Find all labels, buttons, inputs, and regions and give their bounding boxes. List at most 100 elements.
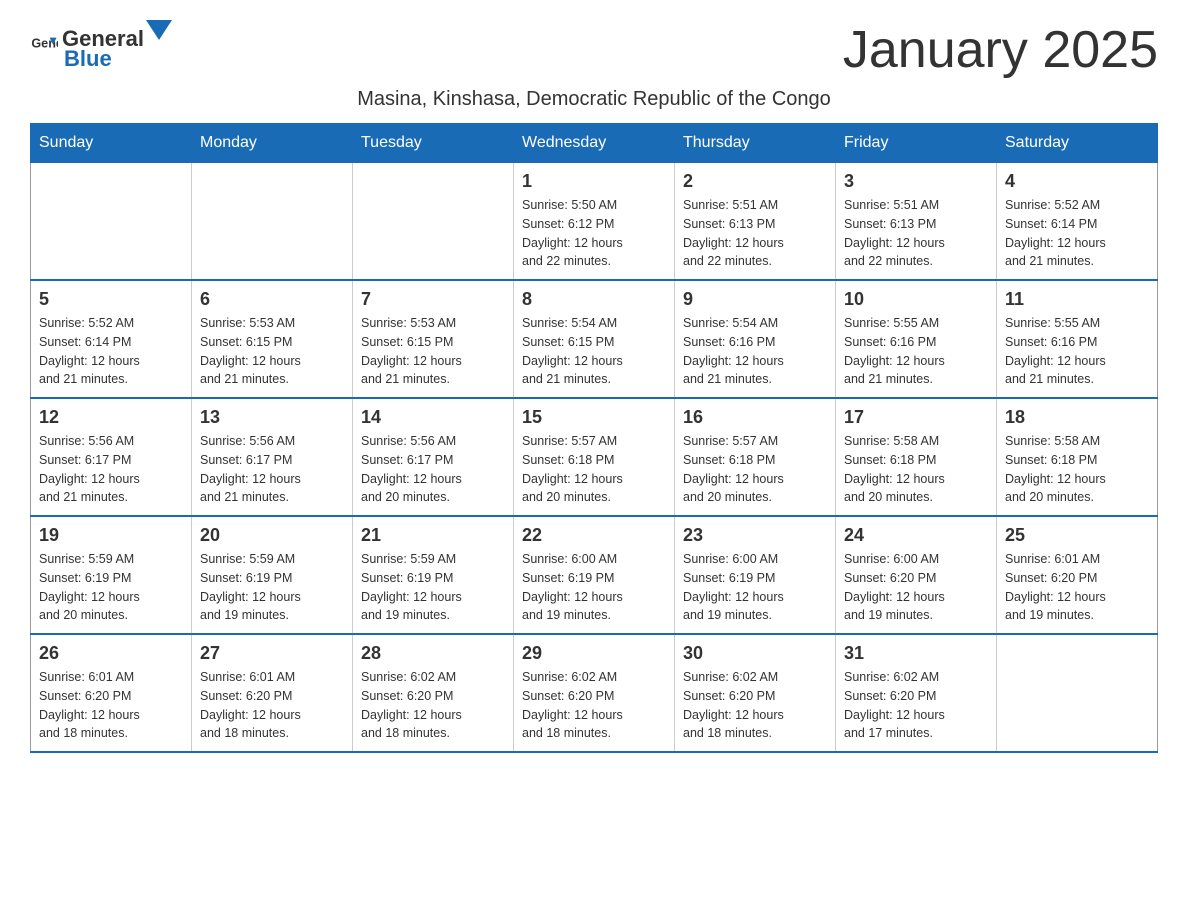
day-info: Sunrise: 5:59 AM Sunset: 6:19 PM Dayligh… (200, 550, 344, 625)
day-info: Sunrise: 6:00 AM Sunset: 6:20 PM Dayligh… (844, 550, 988, 625)
month-title: January 2025 (843, 20, 1158, 80)
day-info: Sunrise: 5:50 AM Sunset: 6:12 PM Dayligh… (522, 196, 666, 271)
weekday-header-sunday: Sunday (31, 124, 192, 163)
day-number: 31 (844, 643, 988, 664)
day-number: 17 (844, 407, 988, 428)
logo-triangle-icon (146, 20, 172, 46)
calendar-header-row: SundayMondayTuesdayWednesdayThursdayFrid… (31, 124, 1158, 163)
calendar-cell (192, 163, 353, 281)
calendar-cell: 9 Sunrise: 5:54 AM Sunset: 6:16 PM Daylig… (675, 280, 836, 398)
day-number: 26 (39, 643, 183, 664)
calendar-cell: 22Sunrise: 6:00 AM Sunset: 6:19 PM Dayli… (514, 516, 675, 634)
weekday-header-tuesday: Tuesday (353, 124, 514, 163)
calendar-week-row: 5 Sunrise: 5:52 AM Sunset: 6:14 PM Daylig… (31, 280, 1158, 398)
day-info: Sunrise: 5:56 AM Sunset: 6:17 PM Dayligh… (200, 432, 344, 507)
day-number: 7 (361, 289, 505, 310)
calendar-cell (997, 634, 1158, 752)
calendar-week-row: 26 Sunrise: 6:01 AM Sunset: 6:20 PM Dayli… (31, 634, 1158, 752)
day-number: 6 (200, 289, 344, 310)
calendar-cell: 2Sunrise: 5:51 AM Sunset: 6:13 PM Daylig… (675, 163, 836, 281)
logo-icon: General (30, 32, 58, 60)
day-number: 4 (1005, 171, 1149, 192)
day-number: 9 (683, 289, 827, 310)
day-number: 5 (39, 289, 183, 310)
day-info: Sunrise: 5:54 AM Sunset: 6:16 PM Dayligh… (683, 314, 827, 389)
day-info: Sunrise: 5:54 AM Sunset: 6:15 PM Dayligh… (522, 314, 666, 389)
calendar-cell: 5 Sunrise: 5:52 AM Sunset: 6:14 PM Daylig… (31, 280, 192, 398)
calendar-cell: 27Sunrise: 6:01 AM Sunset: 6:20 PM Dayli… (192, 634, 353, 752)
day-info: Sunrise: 5:51 AM Sunset: 6:13 PM Dayligh… (844, 196, 988, 271)
day-info: Sunrise: 5:59 AM Sunset: 6:19 PM Dayligh… (39, 550, 183, 625)
weekday-header-monday: Monday (192, 124, 353, 163)
day-info: Sunrise: 6:02 AM Sunset: 6:20 PM Dayligh… (361, 668, 505, 743)
calendar-cell: 20 Sunrise: 5:59 AM Sunset: 6:19 PM Dayli… (192, 516, 353, 634)
calendar-cell: 4 Sunrise: 5:52 AM Sunset: 6:14 PM Daylig… (997, 163, 1158, 281)
calendar-cell: 7 Sunrise: 5:53 AM Sunset: 6:15 PM Daylig… (353, 280, 514, 398)
location-title: Masina, Kinshasa, Democratic Republic of… (30, 88, 1158, 111)
weekday-header-thursday: Thursday (675, 124, 836, 163)
calendar-cell: 31 Sunrise: 6:02 AM Sunset: 6:20 PM Dayli… (836, 634, 997, 752)
calendar-cell: 15 Sunrise: 5:57 AM Sunset: 6:18 PM Dayli… (514, 398, 675, 516)
day-info: Sunrise: 5:52 AM Sunset: 6:14 PM Dayligh… (39, 314, 183, 389)
day-info: Sunrise: 5:56 AM Sunset: 6:17 PM Dayligh… (39, 432, 183, 507)
page-header: General General Blue January 2025 (30, 20, 1158, 80)
day-info: Sunrise: 6:02 AM Sunset: 6:20 PM Dayligh… (683, 668, 827, 743)
day-info: Sunrise: 5:59 AM Sunset: 6:19 PM Dayligh… (361, 550, 505, 625)
day-number: 28 (361, 643, 505, 664)
day-info: Sunrise: 6:02 AM Sunset: 6:20 PM Dayligh… (844, 668, 988, 743)
calendar-cell: 23 Sunrise: 6:00 AM Sunset: 6:19 PM Dayli… (675, 516, 836, 634)
calendar-cell: 17Sunrise: 5:58 AM Sunset: 6:18 PM Dayli… (836, 398, 997, 516)
calendar-table: SundayMondayTuesdayWednesdayThursdayFrid… (30, 123, 1158, 753)
calendar-cell (353, 163, 514, 281)
day-info: Sunrise: 6:01 AM Sunset: 6:20 PM Dayligh… (1005, 550, 1149, 625)
day-info: Sunrise: 6:00 AM Sunset: 6:19 PM Dayligh… (522, 550, 666, 625)
day-number: 16 (683, 407, 827, 428)
calendar-cell: 19Sunrise: 5:59 AM Sunset: 6:19 PM Dayli… (31, 516, 192, 634)
day-info: Sunrise: 5:53 AM Sunset: 6:15 PM Dayligh… (200, 314, 344, 389)
calendar-cell: 26Sunrise: 6:01 AM Sunset: 6:20 PM Dayli… (31, 634, 192, 752)
calendar-cell: 10 Sunrise: 5:55 AM Sunset: 6:16 PM Dayli… (836, 280, 997, 398)
day-info: Sunrise: 5:53 AM Sunset: 6:15 PM Dayligh… (361, 314, 505, 389)
calendar-week-row: 1 Sunrise: 5:50 AM Sunset: 6:12 PM Daylig… (31, 163, 1158, 281)
calendar-cell: 16 Sunrise: 5:57 AM Sunset: 6:18 PM Dayli… (675, 398, 836, 516)
day-number: 10 (844, 289, 988, 310)
calendar-cell: 6 Sunrise: 5:53 AM Sunset: 6:15 PM Daylig… (192, 280, 353, 398)
calendar-cell: 14Sunrise: 5:56 AM Sunset: 6:17 PM Dayli… (353, 398, 514, 516)
day-number: 23 (683, 525, 827, 546)
calendar-cell: 29Sunrise: 6:02 AM Sunset: 6:20 PM Dayli… (514, 634, 675, 752)
day-info: Sunrise: 6:00 AM Sunset: 6:19 PM Dayligh… (683, 550, 827, 625)
day-info: Sunrise: 5:55 AM Sunset: 6:16 PM Dayligh… (844, 314, 988, 389)
calendar-cell: 3 Sunrise: 5:51 AM Sunset: 6:13 PM Daylig… (836, 163, 997, 281)
day-number: 12 (39, 407, 183, 428)
calendar-cell (31, 163, 192, 281)
day-info: Sunrise: 5:51 AM Sunset: 6:13 PM Dayligh… (683, 196, 827, 271)
logo: General General Blue (30, 20, 172, 72)
day-info: Sunrise: 5:55 AM Sunset: 6:16 PM Dayligh… (1005, 314, 1149, 389)
calendar-cell: 24Sunrise: 6:00 AM Sunset: 6:20 PM Dayli… (836, 516, 997, 634)
calendar-cell: 12 Sunrise: 5:56 AM Sunset: 6:17 PM Dayli… (31, 398, 192, 516)
day-info: Sunrise: 5:58 AM Sunset: 6:18 PM Dayligh… (1005, 432, 1149, 507)
calendar-cell: 8 Sunrise: 5:54 AM Sunset: 6:15 PM Daylig… (514, 280, 675, 398)
day-info: Sunrise: 6:01 AM Sunset: 6:20 PM Dayligh… (200, 668, 344, 743)
calendar-cell: 30Sunrise: 6:02 AM Sunset: 6:20 PM Dayli… (675, 634, 836, 752)
day-number: 3 (844, 171, 988, 192)
weekday-header-wednesday: Wednesday (514, 124, 675, 163)
weekday-header-saturday: Saturday (997, 124, 1158, 163)
calendar-week-row: 12 Sunrise: 5:56 AM Sunset: 6:17 PM Dayli… (31, 398, 1158, 516)
day-number: 29 (522, 643, 666, 664)
day-info: Sunrise: 5:57 AM Sunset: 6:18 PM Dayligh… (683, 432, 827, 507)
day-info: Sunrise: 5:57 AM Sunset: 6:18 PM Dayligh… (522, 432, 666, 507)
day-info: Sunrise: 5:52 AM Sunset: 6:14 PM Dayligh… (1005, 196, 1149, 271)
day-number: 13 (200, 407, 344, 428)
calendar-week-row: 19Sunrise: 5:59 AM Sunset: 6:19 PM Dayli… (31, 516, 1158, 634)
calendar-cell: 28 Sunrise: 6:02 AM Sunset: 6:20 PM Dayli… (353, 634, 514, 752)
day-number: 11 (1005, 289, 1149, 310)
calendar-cell: 11 Sunrise: 5:55 AM Sunset: 6:16 PM Dayli… (997, 280, 1158, 398)
day-number: 15 (522, 407, 666, 428)
calendar-cell: 1 Sunrise: 5:50 AM Sunset: 6:12 PM Daylig… (514, 163, 675, 281)
day-number: 14 (361, 407, 505, 428)
day-number: 1 (522, 171, 666, 192)
day-number: 8 (522, 289, 666, 310)
calendar-cell: 18Sunrise: 5:58 AM Sunset: 6:18 PM Dayli… (997, 398, 1158, 516)
day-number: 20 (200, 525, 344, 546)
